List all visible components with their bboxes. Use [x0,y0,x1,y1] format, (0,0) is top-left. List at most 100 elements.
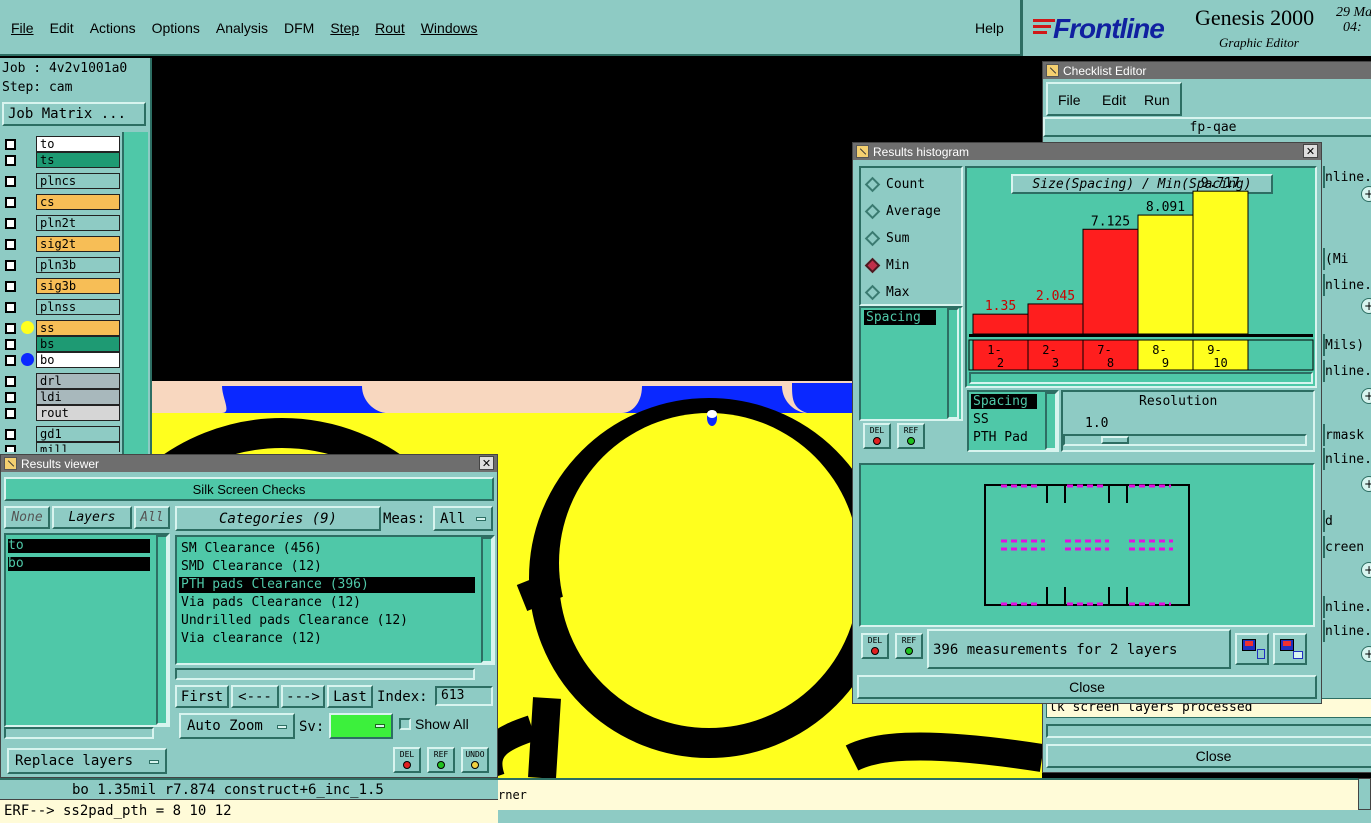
sv-color-select[interactable] [329,713,393,739]
menu-edit[interactable]: Edit [50,20,74,36]
layer-checkbox[interactable] [5,392,16,403]
chart-hscroll[interactable] [969,372,1313,384]
category-item[interactable]: SM Clearance (456) [179,541,475,557]
histogram-ref-button[interactable]: REF [897,423,925,449]
list-item[interactable]: Spacing [864,310,936,325]
category-item[interactable]: SMD Clearance (12) [179,559,475,575]
first-button[interactable]: First [175,685,229,708]
histogram-bar[interactable] [972,313,1029,335]
expand-icon[interactable]: + [1361,562,1371,578]
all-button[interactable]: All [134,506,170,529]
layer-row-plnss[interactable]: plnss [2,299,120,315]
option-sum-radio[interactable]: Sum [861,225,909,252]
checklist-row[interactable]: d [1323,510,1371,532]
category-item[interactable]: Undrilled pads Clearance (12) [179,613,475,629]
layer-row-bs[interactable]: bs [2,336,120,352]
checklist-row[interactable]: nline... [1323,620,1371,642]
category-item[interactable]: Via pads Clearance (12) [179,595,475,611]
layer-list-hscroll[interactable] [4,727,154,739]
option-count-radio[interactable]: Count [861,171,925,198]
layer-row-drl[interactable]: drl [2,373,120,389]
window-menu-icon[interactable] [4,457,17,470]
window-menu-icon[interactable] [856,145,869,158]
menu-file[interactable]: File [11,20,34,36]
prev-button[interactable]: <--- [231,685,279,708]
layer-row-to[interactable]: to [2,136,120,152]
layer-checkbox[interactable] [5,197,16,208]
layers-button[interactable]: Layers [52,506,132,529]
list-item[interactable]: SS [973,412,989,427]
layer-checkbox[interactable] [5,445,16,452]
index-field[interactable]: 613 [435,686,493,706]
job-matrix-button[interactable]: Job Matrix ... [2,102,146,126]
checklist-row[interactable]: rmask [1323,424,1371,446]
checklist-row[interactable]: Mils) [1323,334,1371,356]
menu-actions[interactable]: Actions [90,20,136,36]
list-item[interactable]: Spacing [971,394,1037,409]
checklist-row[interactable]: nline... [1323,360,1371,382]
checklist-row[interactable]: nline... [1323,274,1371,296]
layer-row-sig2t[interactable]: sig2t [2,236,120,252]
expand-icon[interactable]: + [1361,388,1371,404]
histogram-close-button[interactable]: Close [857,675,1317,699]
show-all-checkbox[interactable] [399,718,411,730]
layer-result-list[interactable]: to bo [4,533,170,727]
checklist-menu-edit[interactable]: Edit [1102,92,1126,108]
histogram-bar[interactable] [1082,228,1139,335]
last-button[interactable]: Last [327,685,373,708]
none-button[interactable]: None [4,506,50,529]
category-item[interactable]: PTH pads Clearance (396) [179,577,475,593]
resolution-list[interactable]: Spacing SS PTH Pad [967,390,1059,452]
histogram-chart[interactable]: 1.35 1-2 2.045 2-3 7.125 7-8 8.091 8-9 9.717 9-10 [967,168,1315,386]
histogram-titlebar[interactable]: Results histogram ✕ [853,143,1321,160]
histogram-bar[interactable] [1027,303,1084,335]
close-icon[interactable]: ✕ [1303,144,1318,158]
window-menu-icon[interactable] [1046,64,1059,77]
export-icon[interactable] [1235,633,1269,665]
menu-dfm[interactable]: DFM [284,20,314,36]
categories-button[interactable]: Categories (9) [175,506,381,531]
auto-zoom-select[interactable]: Auto Zoom [179,713,295,739]
expand-icon[interactable]: + [1361,476,1371,492]
undo-button[interactable]: UNDO [461,747,489,773]
layer-row-ss[interactable]: ss [2,320,120,336]
histogram-del-button[interactable]: DEL [863,423,891,449]
checklist-close-button[interactable]: Close [1046,744,1371,768]
layer-row-ts[interactable]: ts [2,152,120,168]
checklist-row[interactable]: nline... [1323,596,1371,618]
checklist-hscroll[interactable] [1046,724,1371,738]
option-min-radio[interactable]: Min [861,252,909,279]
menu-rout[interactable]: Rout [375,20,405,36]
layer-checkbox[interactable] [5,429,16,440]
expand-icon[interactable]: + [1361,186,1371,202]
layer-checkbox[interactable] [5,408,16,419]
axis-list-scrollbar[interactable] [947,308,959,419]
slider-thumb[interactable] [1101,436,1129,444]
layer-checkbox[interactable] [5,281,16,292]
layer-list-scrollbar[interactable] [156,535,168,725]
menu-step[interactable]: Step [330,20,359,36]
layer-checkbox[interactable] [5,239,16,250]
layer-row-pln2t[interactable]: pln2t [2,215,120,231]
layer-checkbox[interactable] [5,218,16,229]
layer-row-cs[interactable]: cs [2,194,120,210]
results-viewer-titlebar[interactable]: Results viewer ✕ [1,455,497,472]
layer-checkbox[interactable] [5,139,16,150]
resolution-list-scrollbar[interactable] [1045,392,1057,450]
close-icon[interactable]: ✕ [479,456,494,470]
checklist-row[interactable]: nline... [1323,166,1371,188]
layer-row-bo[interactable]: bo [2,352,120,368]
layer-row-gd1[interactable]: gd1 [2,426,120,442]
list-item[interactable]: PTH Pad [973,430,1028,445]
expand-icon[interactable]: + [1361,298,1371,314]
checklist-titlebar[interactable]: Checklist Editor [1043,62,1371,79]
corner-widget[interactable] [1358,778,1371,810]
layer-checkbox[interactable] [5,302,16,313]
layer-row-pln3b[interactable]: pln3b [2,257,120,273]
checklist-menu-file[interactable]: File [1058,92,1081,108]
histogram-bar[interactable] [1137,214,1194,335]
preview-del-button[interactable]: DEL [861,633,889,659]
report-icon[interactable] [1273,633,1307,665]
checklist-row[interactable]: creen [1323,536,1371,558]
checklist-row[interactable]: nline... [1323,448,1371,470]
